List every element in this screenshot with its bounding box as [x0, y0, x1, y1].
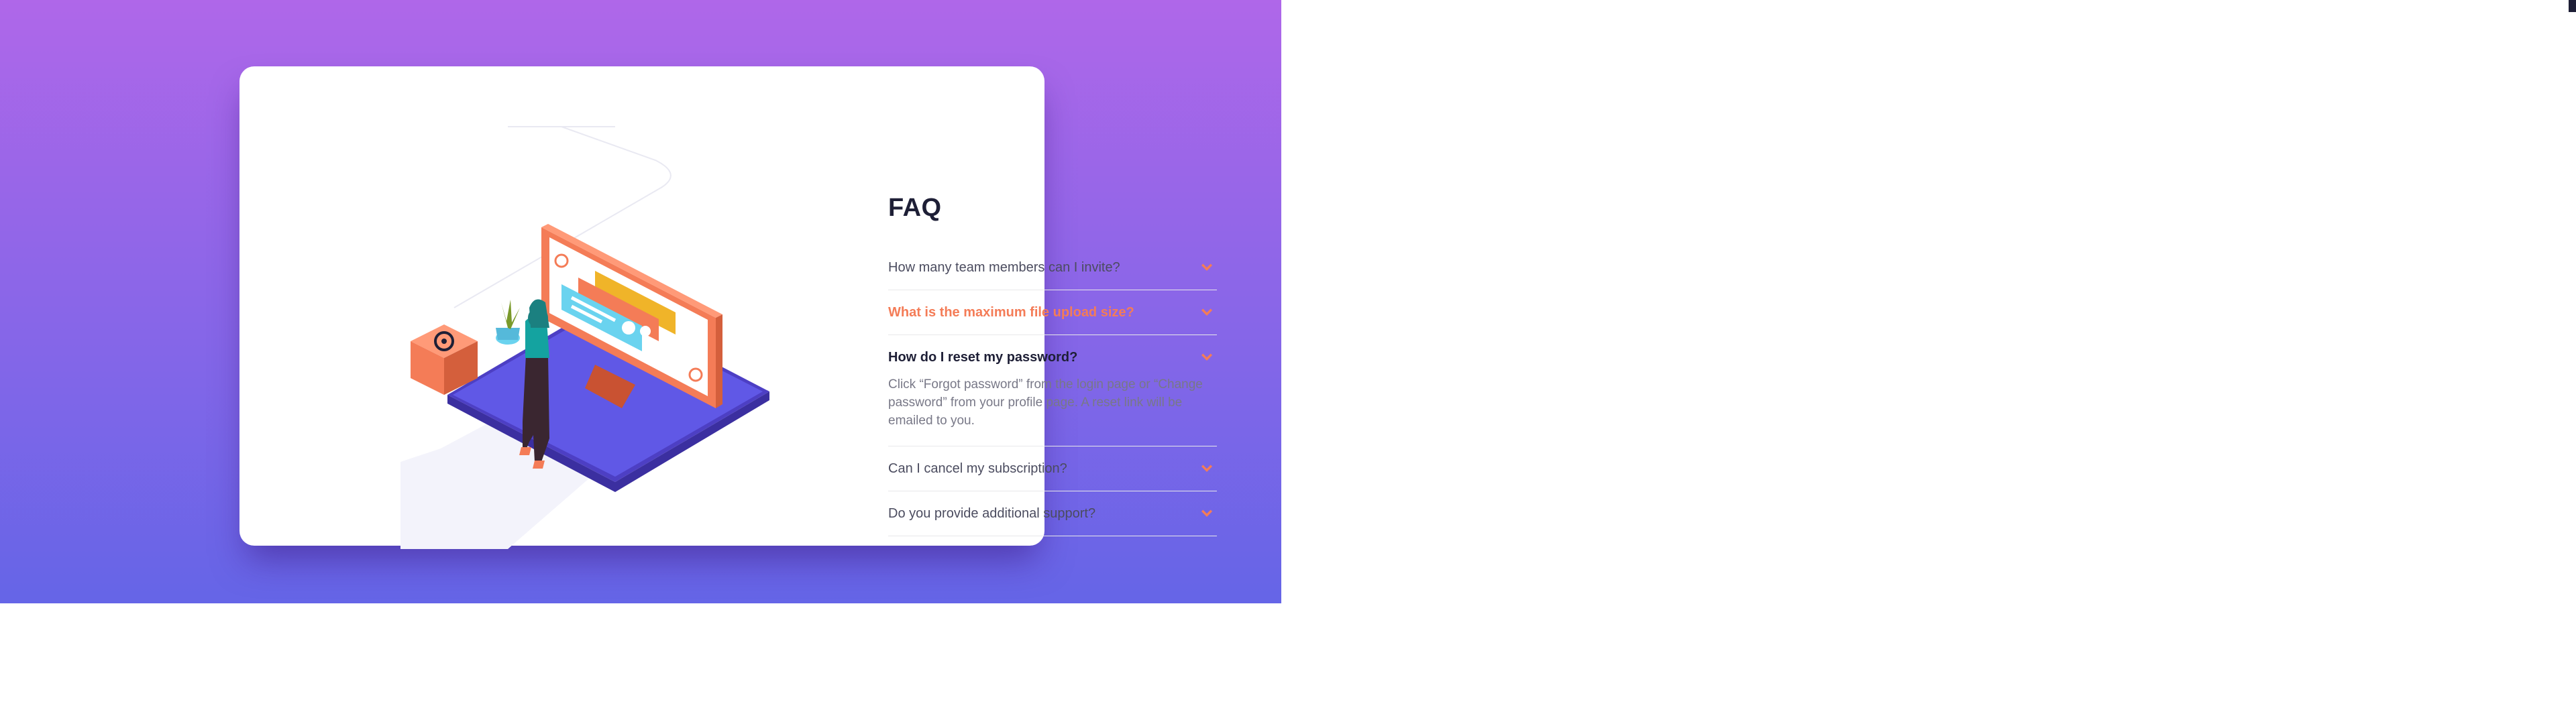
corner-marker — [2569, 0, 2576, 12]
faq-question-text: Do you provide additional support? — [888, 505, 1096, 521]
faq-item: How many team members can I invite? — [888, 245, 1217, 290]
faq-question-text: What is the maximum file upload size? — [888, 304, 1134, 320]
faq-question-cancel-subscription[interactable]: Can I cancel my subscription? — [888, 446, 1217, 491]
faq-item: Can I cancel my subscription? — [888, 446, 1217, 491]
chevron-down-icon — [1201, 308, 1213, 316]
chevron-down-icon — [1201, 465, 1213, 472]
faq-question-additional-support[interactable]: Do you provide additional support? — [888, 491, 1217, 536]
faq-item: Do you provide additional support? — [888, 491, 1217, 536]
chevron-down-icon — [1201, 263, 1213, 271]
faq-card: FAQ How many team members can I invite? … — [239, 66, 1217, 549]
faq-title: FAQ — [888, 194, 942, 222]
faq-question-text: Can I cancel my subscription? — [888, 461, 1067, 476]
faq-answer: Click “Forgot password” from the login p… — [888, 377, 1203, 428]
faq-question-file-upload-size[interactable]: What is the maximum file upload size? — [888, 290, 1217, 335]
woman-online-illustration — [400, 126, 769, 549]
faq-question-reset-password[interactable]: How do I reset my password? — [888, 335, 1217, 379]
faq-section: FAQ How many team members can I invite? … — [888, 194, 1217, 536]
chevron-down-icon — [1201, 509, 1213, 517]
faq-item: What is the maximum file upload size? — [888, 290, 1217, 335]
faq-item: How do I reset my password? Click “Forgo… — [888, 335, 1217, 446]
faq-question-text: How do I reset my password? — [888, 349, 1078, 365]
faq-question-team-members[interactable]: How many team members can I invite? — [888, 245, 1217, 290]
chevron-down-icon — [1201, 353, 1213, 361]
faq-question-text: How many team members can I invite? — [888, 259, 1120, 275]
